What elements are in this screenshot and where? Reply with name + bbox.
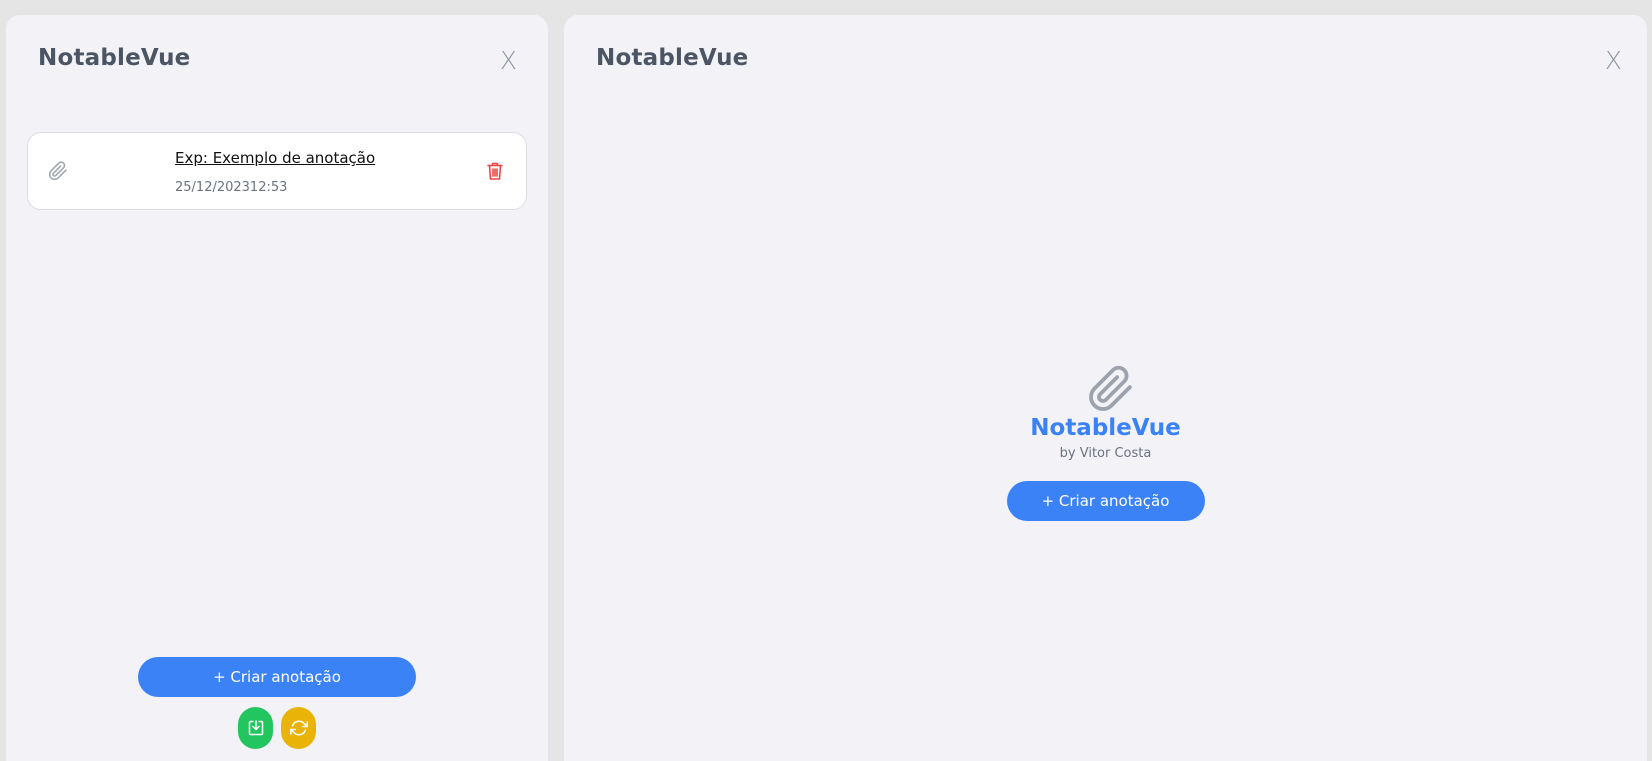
sidebar-close-button[interactable]: X: [500, 48, 517, 73]
note-title[interactable]: Exp: Exemplo de anotação: [175, 149, 375, 167]
main-close-button[interactable]: X: [1605, 48, 1622, 73]
download-button[interactable]: [238, 707, 273, 749]
author-byline: by Vitor Costa: [1059, 446, 1152, 461]
notes-sidebar: NotableVue X Exp: Exemplo de anotação 25…: [6, 15, 548, 761]
trash-icon[interactable]: [486, 161, 504, 181]
paperclip-icon: [1088, 365, 1132, 411]
note-list-item[interactable]: Exp: Exemplo de anotação 25/12/202312:53: [27, 132, 527, 210]
download-icon: [248, 720, 263, 736]
paperclip-icon: [48, 161, 67, 181]
create-note-button[interactable]: + Criar anotação: [1006, 481, 1205, 521]
main-title: NotableVue: [596, 45, 749, 71]
note-date: 25/12/202312:53: [175, 180, 288, 195]
brand-name: NotableVue: [1030, 415, 1181, 441]
empty-state: NotableVue by Vitor Costa + Criar anotaç…: [564, 365, 1647, 521]
sidebar-title: NotableVue: [38, 45, 191, 71]
refresh-button[interactable]: [281, 707, 316, 749]
create-note-button[interactable]: + Criar anotação: [138, 657, 416, 697]
refresh-icon: [289, 720, 308, 736]
note-viewer: NotableVue X NotableVue by Vitor Costa +…: [564, 15, 1647, 761]
